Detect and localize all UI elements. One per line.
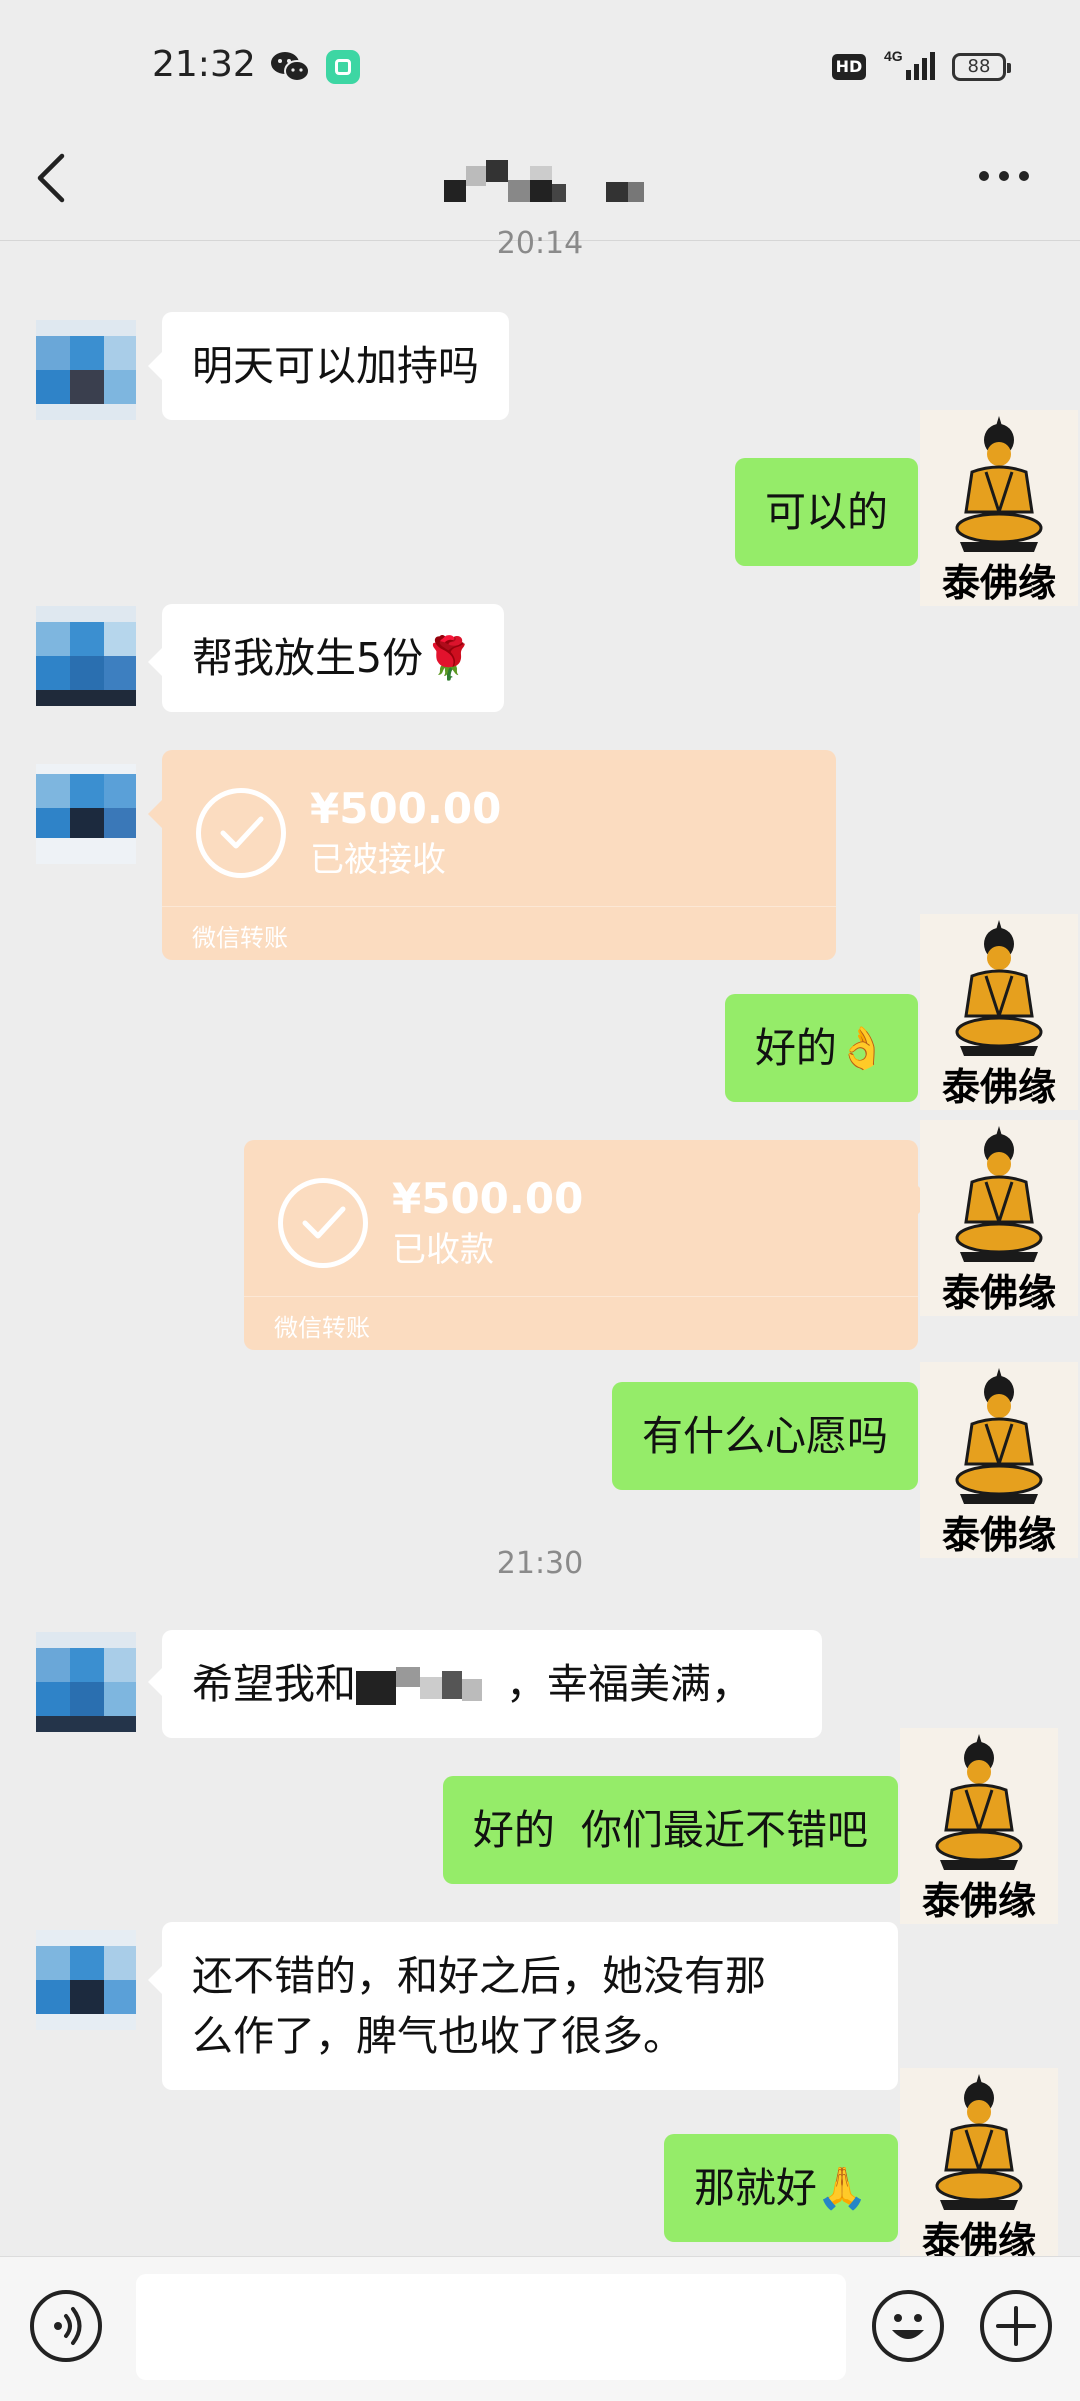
message-bubble-outgoing[interactable]: 可以的 (735, 458, 918, 566)
message-bubble-outgoing[interactable]: 有什么心愿吗 (612, 1382, 918, 1490)
battery-indicator: 88 (952, 53, 1011, 81)
divider (244, 1296, 918, 1297)
transfer-status: 已收款 (392, 1230, 494, 1270)
plus-icon[interactable] (980, 2290, 1052, 2362)
transfer-amount: ¥500.00 (310, 784, 502, 833)
message-text-line: 还不错的，和好之后，她没有那 (192, 1952, 766, 2000)
brand-avatar[interactable]: 泰佛缘 (900, 2068, 1058, 2264)
divider (162, 906, 836, 907)
message-text-line: 么作了，脾气也收了很多。 (192, 2012, 684, 2060)
buddha-icon (935, 1734, 1023, 1870)
buddha-icon (955, 1126, 1043, 1262)
check-circle-icon (278, 1178, 368, 1268)
brand-caption: 泰佛缘 (941, 1271, 1056, 1315)
timestamp: 21:30 (496, 1546, 584, 1581)
transfer-label: 微信转账 (274, 1314, 370, 1342)
bubble-tail (884, 1818, 898, 1846)
message-input[interactable] (136, 2274, 846, 2380)
bubble-tail (884, 2176, 898, 2204)
bubble-tail (904, 1424, 918, 1452)
chevron-left-icon[interactable] (34, 152, 66, 204)
message-bubble-outgoing[interactable]: 好的👌 (724, 994, 918, 1102)
buddha-icon (935, 2074, 1023, 2210)
message-bubble-incoming[interactable]: 帮我放生5份🌹 (162, 604, 505, 712)
message-text: 好的👌 (754, 1024, 888, 1072)
message-text: 明天可以加持吗 (192, 342, 479, 390)
message-text: 可以的 (765, 488, 888, 536)
brand-caption: 泰佛缘 (921, 1879, 1036, 1923)
contact-avatar[interactable] (36, 606, 136, 706)
brand-avatar[interactable]: 泰佛缘 (920, 1120, 1078, 1316)
message-bubble-outgoing[interactable]: 好的 你们最近不错吧 (442, 1776, 898, 1884)
app-notification-icon (326, 50, 360, 84)
transfer-amount: ¥500.00 (392, 1174, 584, 1223)
buddha-icon (955, 920, 1043, 1056)
message-text: 帮我放生5份🌹 (192, 634, 475, 682)
message-text: 那就好🙏 (693, 2164, 868, 2212)
more-dots-icon[interactable] (976, 166, 1032, 186)
buddha-icon (955, 416, 1043, 552)
brand-avatar[interactable]: 泰佛缘 (920, 914, 1078, 1110)
contact-avatar[interactable] (36, 764, 136, 864)
message-text: 希望我和 (192, 1660, 356, 1708)
brand-caption: 泰佛缘 (941, 1065, 1056, 1109)
brand-caption: 泰佛缘 (941, 561, 1056, 605)
bubble-tail (148, 648, 162, 676)
bubble-tail (904, 1036, 918, 1064)
message-bubble-incoming[interactable]: 明天可以加持吗 (162, 312, 509, 420)
signal-icon: 4G (884, 48, 935, 80)
transfer-card-incoming[interactable]: ¥500.00 已被接收 微信转账 (162, 750, 836, 960)
emoji-icon[interactable] (872, 2290, 944, 2362)
message-text: 好的 你们最近不错吧 (472, 1806, 868, 1854)
buddha-icon (955, 1368, 1043, 1504)
message-text: ，幸福美满， (506, 1660, 752, 1708)
voice-icon[interactable] (30, 2290, 102, 2362)
message-bubble-incoming[interactable]: 还不错的，和好之后，她没有那 么作了，脾气也收了很多。 (162, 1922, 898, 2090)
bubble-tail (148, 1668, 162, 1696)
brand-avatar[interactable]: 泰佛缘 (900, 1728, 1058, 1924)
timestamp: 20:14 (496, 226, 584, 261)
hd-icon: HD (832, 54, 866, 80)
chat-title-redacted (444, 160, 644, 202)
transfer-label: 微信转账 (192, 924, 288, 952)
message-bubble-incoming[interactable]: 希望我和 ，幸福美满， (162, 1630, 822, 1738)
transfer-card-outgoing[interactable]: ¥500.00 已收款 微信转账 (244, 1140, 918, 1350)
bubble-tail (148, 800, 162, 828)
wechat-icon (271, 52, 310, 82)
check-circle-icon (196, 788, 286, 878)
bubble-tail (148, 1966, 162, 1994)
svg-text:4G: 4G (884, 48, 903, 64)
brand-avatar[interactable]: 泰佛缘 (920, 410, 1078, 606)
contact-avatar[interactable] (36, 1930, 136, 2030)
contact-avatar[interactable] (36, 1632, 136, 1732)
redacted-name (356, 1667, 506, 1707)
bubble-tail (148, 352, 162, 380)
message-text: 有什么心愿吗 (642, 1412, 888, 1460)
transfer-status: 已被接收 (310, 840, 446, 880)
bubble-tail (904, 500, 918, 528)
status-time: 21:32 (152, 44, 256, 85)
brand-avatar[interactable]: 泰佛缘 (920, 1362, 1078, 1558)
message-bubble-outgoing[interactable]: 那就好🙏 (663, 2134, 898, 2242)
contact-avatar[interactable] (36, 320, 136, 420)
